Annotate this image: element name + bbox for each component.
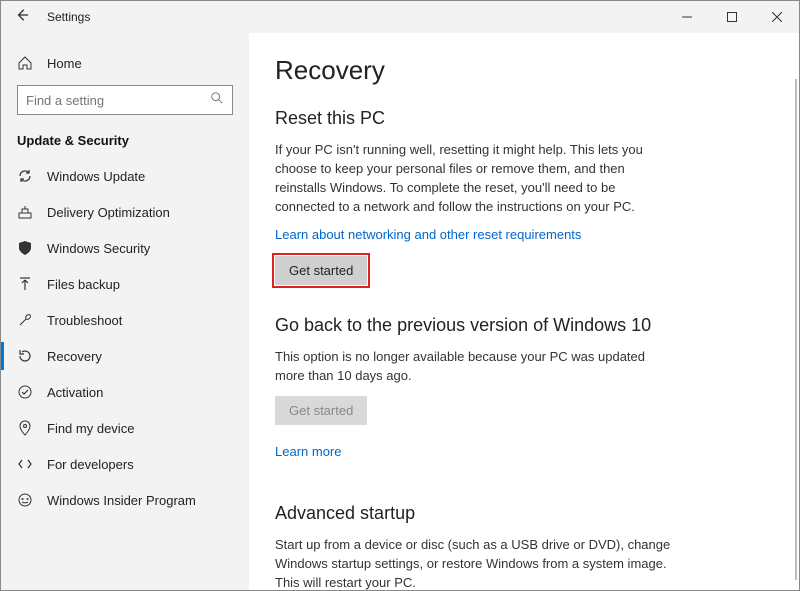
section-go-back: Go back to the previous version of Windo… bbox=[275, 315, 759, 473]
scrollbar[interactable] bbox=[795, 79, 797, 580]
sidebar: Home Update & Security Windows Update De… bbox=[1, 33, 249, 590]
back-button[interactable] bbox=[15, 8, 29, 27]
content-pane: Recovery Reset this PC If your PC isn't … bbox=[249, 33, 799, 590]
sidebar-item-find-my-device[interactable]: Find my device bbox=[1, 410, 249, 446]
search-box[interactable] bbox=[17, 85, 233, 115]
shield-icon bbox=[17, 240, 33, 256]
location-icon bbox=[17, 420, 33, 436]
close-button[interactable] bbox=[754, 1, 799, 33]
section-title: Go back to the previous version of Windo… bbox=[275, 315, 759, 336]
sidebar-item-delivery-optimization[interactable]: Delivery Optimization bbox=[1, 194, 249, 230]
titlebar: Settings bbox=[1, 1, 799, 33]
section-body: This option is no longer available becau… bbox=[275, 348, 675, 386]
section-body: If your PC isn't running well, resetting… bbox=[275, 141, 675, 216]
search-input[interactable] bbox=[26, 93, 204, 108]
sidebar-item-label: Windows Update bbox=[47, 169, 145, 184]
reset-get-started-button[interactable]: Get started bbox=[275, 256, 367, 285]
close-icon bbox=[772, 12, 782, 22]
home-icon bbox=[17, 55, 33, 71]
goback-get-started-button: Get started bbox=[275, 396, 367, 425]
sidebar-item-windows-update[interactable]: Windows Update bbox=[1, 158, 249, 194]
sidebar-item-label: Find my device bbox=[47, 421, 134, 436]
minimize-button[interactable] bbox=[664, 1, 709, 33]
section-title: Reset this PC bbox=[275, 108, 759, 129]
sidebar-item-windows-insider[interactable]: Windows Insider Program bbox=[1, 482, 249, 518]
sidebar-item-label: Recovery bbox=[47, 349, 102, 364]
insider-icon bbox=[17, 492, 33, 508]
minimize-icon bbox=[682, 12, 692, 22]
sidebar-item-for-developers[interactable]: For developers bbox=[1, 446, 249, 482]
recovery-icon bbox=[17, 348, 33, 364]
page-title: Recovery bbox=[275, 55, 759, 86]
check-circle-icon bbox=[17, 384, 33, 400]
sidebar-item-label: Delivery Optimization bbox=[47, 205, 170, 220]
goback-learn-more-link[interactable]: Learn more bbox=[275, 444, 341, 459]
maximize-icon bbox=[727, 12, 737, 22]
sidebar-item-recovery[interactable]: Recovery bbox=[1, 338, 249, 374]
arrow-left-icon bbox=[15, 8, 29, 22]
backup-icon bbox=[17, 276, 33, 292]
code-icon bbox=[17, 456, 33, 472]
delivery-icon bbox=[17, 204, 33, 220]
settings-window: Settings Home bbox=[0, 0, 800, 591]
sidebar-item-troubleshoot[interactable]: Troubleshoot bbox=[1, 302, 249, 338]
sidebar-home-label: Home bbox=[47, 56, 82, 71]
reset-requirements-link[interactable]: Learn about networking and other reset r… bbox=[275, 227, 581, 242]
section-title: Advanced startup bbox=[275, 503, 759, 524]
section-reset-pc: Reset this PC If your PC isn't running w… bbox=[275, 108, 759, 285]
search-icon bbox=[210, 91, 224, 110]
section-advanced-startup: Advanced startup Start up from a device … bbox=[275, 503, 759, 590]
sidebar-item-label: Windows Security bbox=[47, 241, 150, 256]
sidebar-section-header: Update & Security bbox=[1, 125, 249, 158]
maximize-button[interactable] bbox=[709, 1, 754, 33]
wrench-icon bbox=[17, 312, 33, 328]
sidebar-item-label: Windows Insider Program bbox=[47, 493, 196, 508]
sync-icon bbox=[17, 168, 33, 184]
sidebar-home[interactable]: Home bbox=[1, 45, 249, 81]
sidebar-item-activation[interactable]: Activation bbox=[1, 374, 249, 410]
sidebar-item-files-backup[interactable]: Files backup bbox=[1, 266, 249, 302]
sidebar-item-label: For developers bbox=[47, 457, 134, 472]
section-body: Start up from a device or disc (such as … bbox=[275, 536, 675, 590]
window-title: Settings bbox=[47, 10, 90, 24]
sidebar-item-label: Files backup bbox=[47, 277, 120, 292]
sidebar-item-windows-security[interactable]: Windows Security bbox=[1, 230, 249, 266]
sidebar-item-label: Activation bbox=[47, 385, 103, 400]
sidebar-item-label: Troubleshoot bbox=[47, 313, 122, 328]
